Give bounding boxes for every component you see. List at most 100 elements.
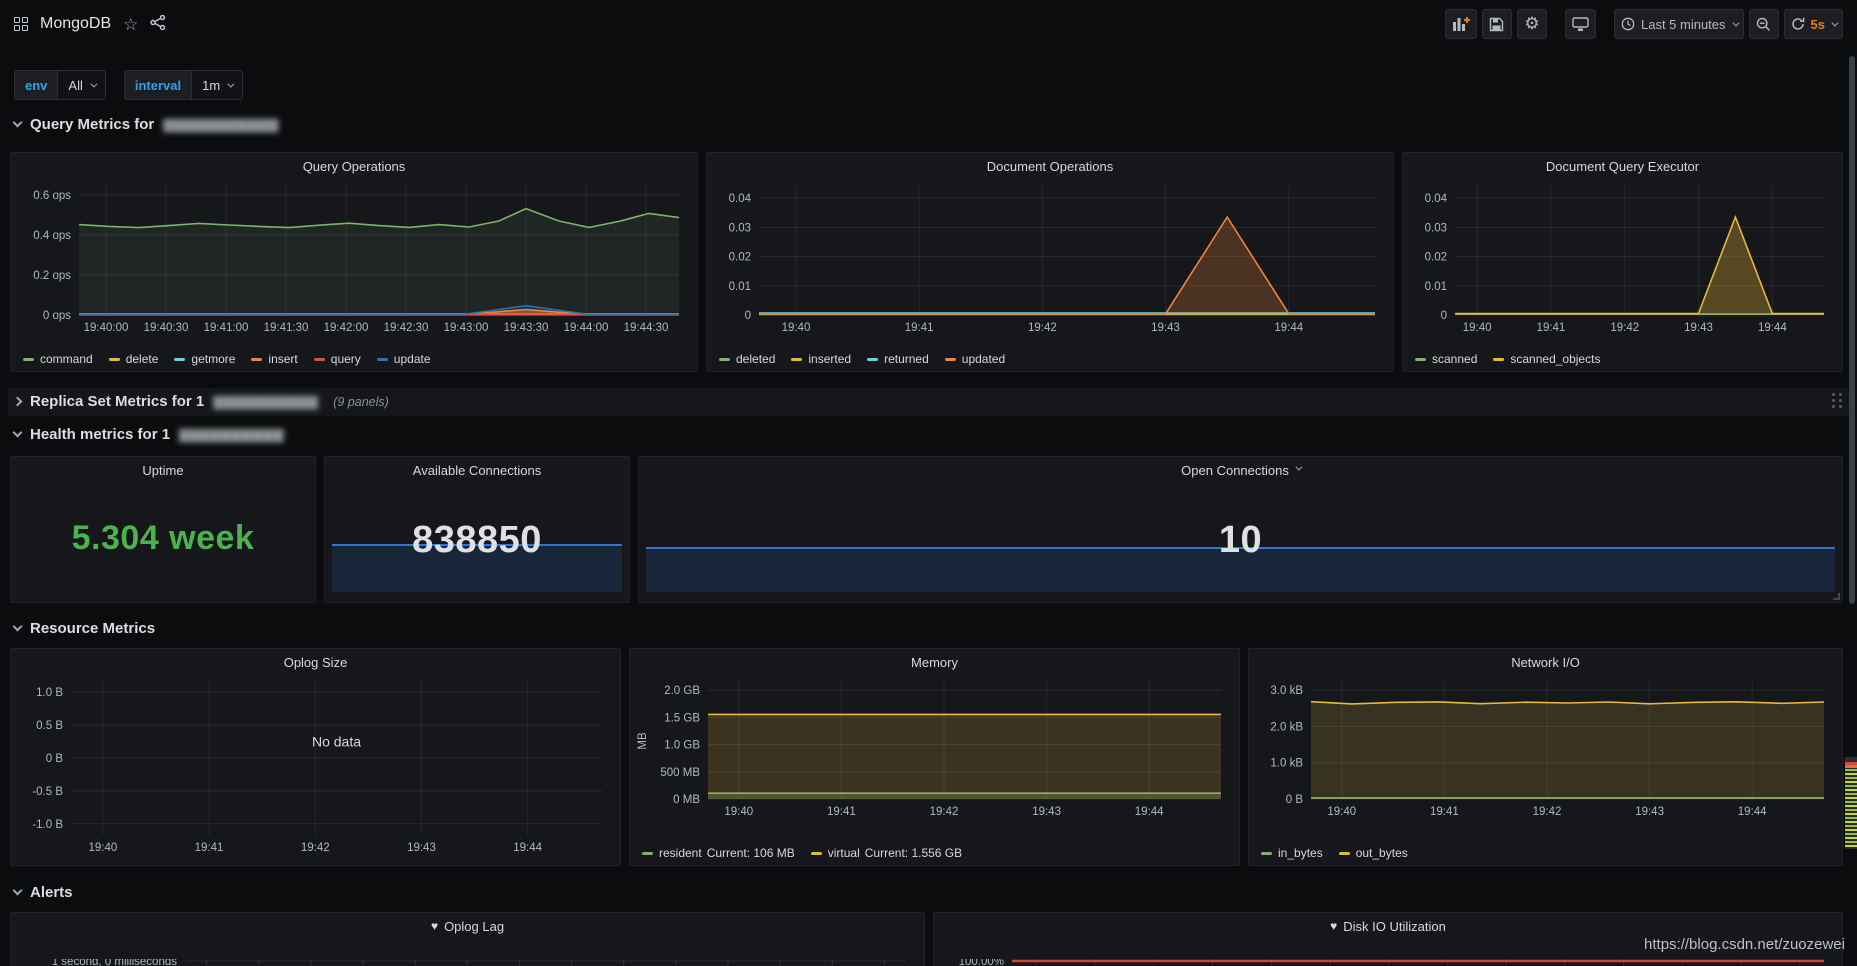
svg-text:0.6 ops: 0.6 ops	[33, 190, 71, 202]
panel-title[interactable]: Query Operations	[11, 153, 697, 179]
memory-chart[interactable]: 2.0 GB1.5 GB1.0 GB500 MB0 MB19:4019:4119…	[636, 679, 1229, 839]
legend-item[interactable]: insert	[251, 352, 297, 366]
legend-swatch	[1339, 852, 1350, 855]
csdn-watermark: https://blog.csdn.net/zuozewei	[1644, 936, 1845, 953]
legend-item[interactable]: scanned	[1415, 352, 1477, 366]
svg-text:19:41: 19:41	[1537, 322, 1566, 334]
row-header-health-metrics[interactable]: Health metrics for 1 ▇▇▇▇▇▇▇▇▇▇	[14, 426, 284, 443]
time-range-picker[interactable]: Last 5 minutes	[1614, 9, 1744, 39]
svg-text:19:41: 19:41	[1430, 806, 1459, 818]
legend-swatch	[791, 358, 802, 361]
svg-text:0.04: 0.04	[1425, 193, 1448, 205]
chart-legend[interactable]: in_bytes out_bytes	[1261, 846, 1408, 860]
chart-legend[interactable]: deleted inserted returned updated	[719, 352, 1005, 366]
oplog-lag-chart[interactable]: 1 second, 0 milliseconds	[17, 959, 914, 966]
svg-text:19:42:30: 19:42:30	[384, 322, 429, 334]
add-panel-button[interactable]	[1445, 9, 1477, 39]
legend-item[interactable]: virtualCurrent: 1.556 GB	[811, 846, 962, 860]
panel-memory: Memory 2.0 GB1.5 GB1.0 GB500 MB0 MB19:40…	[629, 648, 1240, 866]
panel-document-query-executor: Document Query Executor 0.040.030.020.01…	[1402, 152, 1843, 372]
svg-text:0.04: 0.04	[729, 193, 752, 205]
alert-heart-icon: ♥	[1330, 919, 1337, 933]
share-icon[interactable]	[150, 15, 166, 33]
refresh-button[interactable]: 5s	[1784, 9, 1843, 39]
panel-resize-handle[interactable]	[1833, 593, 1840, 600]
chevron-down-icon	[13, 428, 23, 438]
document-operations-chart[interactable]: 0.040.030.020.01019:4019:4119:4219:4319:…	[713, 183, 1383, 345]
svg-text:19:40: 19:40	[88, 842, 117, 854]
panel-title[interactable]: Document Query Executor	[1403, 153, 1842, 179]
legend-item[interactable]: command	[23, 352, 93, 366]
panel-title[interactable]: Document Operations	[707, 153, 1393, 179]
svg-text:19:44: 19:44	[1738, 806, 1767, 818]
legend-swatch	[23, 358, 34, 361]
query-operations-chart[interactable]: 0.6 ops0.4 ops0.2 ops0 ops19:40:0019:40:…	[17, 183, 687, 345]
svg-text:19:40: 19:40	[782, 322, 811, 334]
svg-text:19:43: 19:43	[407, 842, 436, 854]
legend-item[interactable]: delete	[109, 352, 159, 366]
svg-text:19:40:30: 19:40:30	[144, 322, 189, 334]
grafana-dashboard: MongoDB ☆ ⚙ Last 5 minutes	[0, 0, 1857, 966]
legend-item[interactable]: query	[314, 352, 361, 366]
svg-text:19:44: 19:44	[513, 842, 542, 854]
variable-interval-select[interactable]: 1m	[191, 70, 243, 100]
legend-item[interactable]: out_bytes	[1339, 846, 1408, 860]
panel-title[interactable]: Open Connections	[639, 457, 1842, 483]
chart-legend[interactable]: scanned scanned_objects	[1415, 352, 1600, 366]
disk-io-chart[interactable]: 100.00%	[940, 959, 1832, 966]
row-label: Resource Metrics	[30, 620, 155, 637]
svg-text:1.0 kB: 1.0 kB	[1270, 758, 1303, 770]
dashboard-settings-button[interactable]: ⚙	[1517, 9, 1547, 39]
variable-interval-label: interval	[124, 70, 191, 100]
panel-title[interactable]: Memory	[630, 649, 1239, 675]
network-io-chart[interactable]: 3.0 kB2.0 kB1.0 kB0 B19:4019:4119:4219:4…	[1255, 679, 1832, 839]
oplog-size-chart[interactable]: 1.0 B0.5 B0 B-0.5 B-1.0 B19:4019:4119:42…	[17, 679, 610, 859]
redacted-host: ▇▇▇▇▇▇▇▇▇▇	[213, 394, 318, 410]
variable-env-select[interactable]: All	[57, 70, 105, 100]
legend-item[interactable]: update	[377, 352, 431, 366]
panel-title[interactable]: Network I/O	[1249, 649, 1842, 675]
panel-uptime: Uptime 5.304 week	[10, 456, 316, 603]
cycle-view-mode-button[interactable]	[1565, 9, 1596, 39]
svg-text:2.0 kB: 2.0 kB	[1270, 721, 1303, 733]
svg-text:-1.0 B: -1.0 B	[32, 819, 63, 831]
panel-title[interactable]: Uptime	[11, 457, 315, 483]
legend-swatch	[377, 358, 388, 361]
svg-text:500 MB: 500 MB	[660, 767, 700, 779]
chart-legend[interactable]: command delete getmore insert query update	[23, 352, 431, 366]
dashboard-grid-icon[interactable]	[14, 17, 28, 31]
legend-swatch	[109, 358, 120, 361]
legend-item[interactable]: deleted	[719, 352, 775, 366]
panel-title[interactable]: Available Connections	[325, 457, 629, 483]
navbar: MongoDB ☆ ⚙ Last 5 minutes	[0, 0, 1857, 48]
zoom-out-button[interactable]	[1749, 9, 1779, 39]
legend-item[interactable]: inserted	[791, 352, 851, 366]
legend-item[interactable]: scanned_objects	[1493, 352, 1600, 366]
star-icon[interactable]: ☆	[123, 16, 138, 33]
chevron-down-icon	[13, 886, 23, 896]
legend-item[interactable]: updated	[945, 352, 1005, 366]
svg-text:19:41: 19:41	[905, 322, 934, 334]
row-header-query-metrics[interactable]: Query Metrics for ▇▇▇▇▇▇▇▇▇▇▇	[14, 116, 279, 133]
row-header-alerts[interactable]: Alerts	[14, 884, 73, 901]
page-scrollbar[interactable]	[1849, 56, 1855, 604]
legend-item[interactable]: returned	[867, 352, 929, 366]
legend-swatch	[251, 358, 262, 361]
row-header-resource-metrics[interactable]: Resource Metrics	[14, 620, 155, 637]
refresh-interval-label: 5s	[1811, 17, 1825, 32]
panel-title[interactable]: ♥ Oplog Lag	[11, 913, 924, 939]
svg-text:19:41:30: 19:41:30	[264, 322, 309, 334]
panel-title[interactable]: Oplog Size	[11, 649, 620, 675]
legend-item[interactable]: getmore	[174, 352, 235, 366]
legend-item[interactable]: in_bytes	[1261, 846, 1323, 860]
chevron-right-icon	[13, 397, 23, 407]
row-drag-handle[interactable]	[1832, 393, 1843, 408]
legend-item[interactable]: residentCurrent: 106 MB	[642, 846, 795, 860]
save-dashboard-button[interactable]	[1482, 9, 1512, 39]
svg-text:0 ops: 0 ops	[43, 310, 71, 322]
row-header-replica-set[interactable]: Replica Set Metrics for 1 ▇▇▇▇▇▇▇▇▇▇ (9 …	[14, 393, 389, 410]
svg-text:0: 0	[1441, 310, 1447, 322]
chart-legend[interactable]: residentCurrent: 106 MB virtualCurrent: 1…	[642, 846, 962, 860]
document-query-executor-chart[interactable]: 0.040.030.020.01019:4019:4119:4219:4319:…	[1409, 183, 1832, 345]
svg-text:19:43:00: 19:43:00	[444, 322, 489, 334]
